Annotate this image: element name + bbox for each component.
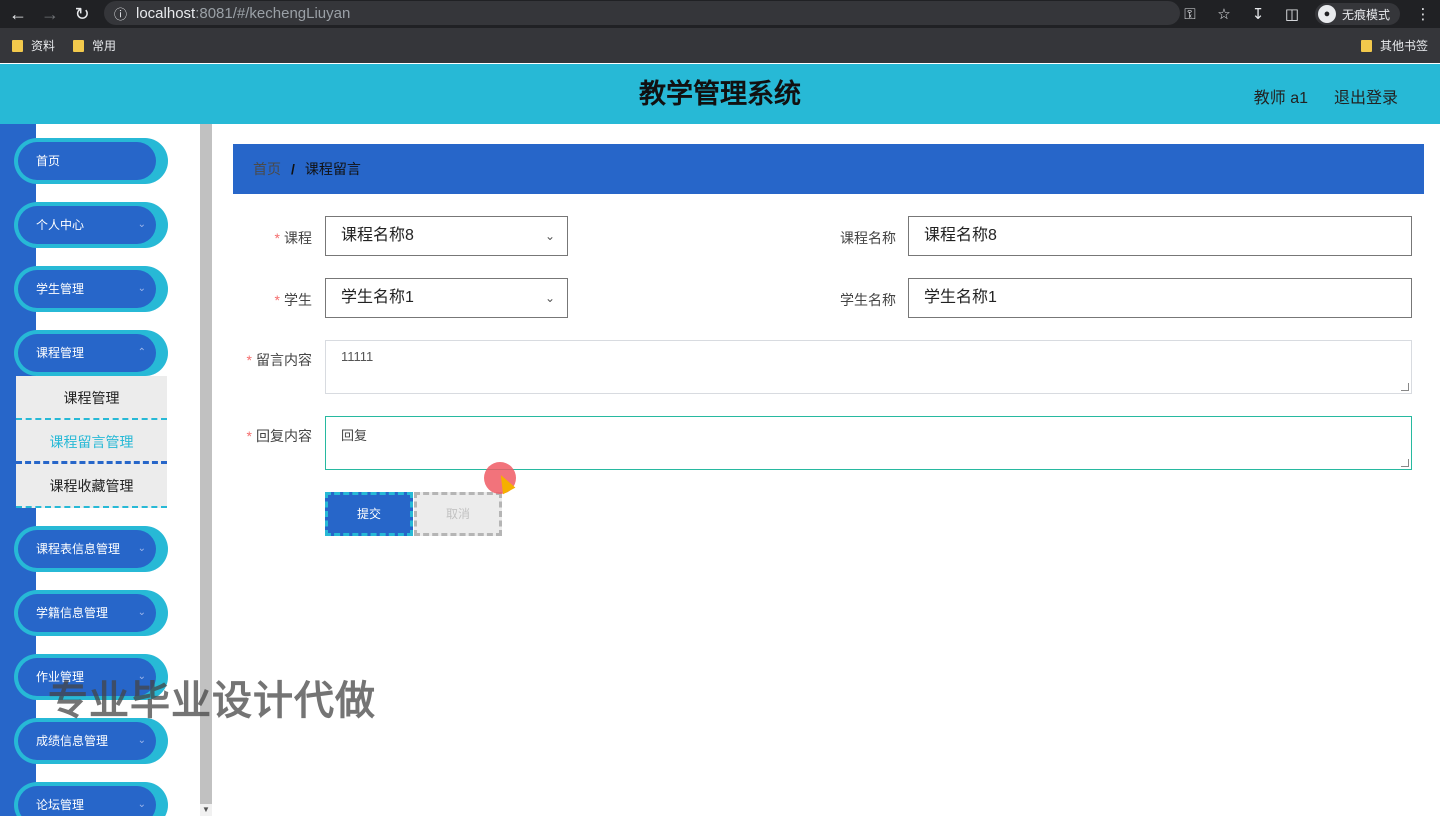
message-label: * 留言内容 <box>246 352 312 368</box>
sidebar-item-home[interactable]: 首页 <box>14 138 168 184</box>
courses-submenu: 课程管理 课程留言管理 课程收藏管理 <box>16 376 167 508</box>
breadcrumb-home[interactable]: 首页 <box>253 159 281 179</box>
scroll-down-icon[interactable]: ▼ <box>200 804 212 816</box>
sidebar-item-students[interactable]: 学生管理 ⌄ <box>14 266 168 312</box>
chevron-down-icon: ⌄ <box>544 229 555 243</box>
sidebar-item-courses[interactable]: 课程管理 ⌃ <box>14 330 168 376</box>
reload-icon[interactable]: ↻ <box>66 0 98 28</box>
key-icon[interactable]: ⚿ <box>1173 6 1207 23</box>
bookmarks-bar: 资料 常用 其他书签 <box>0 28 1440 63</box>
incognito-label: 无痕模式 <box>1341 7 1390 22</box>
chevron-down-icon: ⌄ <box>137 799 146 810</box>
sidebar-item-profile[interactable]: 个人中心 ⌄ <box>14 202 168 248</box>
chevron-up-icon: ⌃ <box>137 347 146 358</box>
breadcrumb-separator: / <box>291 161 295 177</box>
watermark-text: 专业毕业设计代做 <box>48 679 376 723</box>
submenu-course-message[interactable]: 课程留言管理 <box>16 420 167 464</box>
url-path: :8081/#/kechengLiuyan <box>195 4 351 22</box>
bookmark-folder[interactable]: 资料 <box>12 37 55 54</box>
resize-handle-icon[interactable] <box>1401 459 1409 467</box>
sidepanel-icon[interactable]: ◫ <box>1275 5 1309 23</box>
submenu-course-manage[interactable]: 课程管理 <box>16 376 167 420</box>
cancel-button[interactable]: 取消 <box>414 492 502 536</box>
back-icon[interactable]: ← <box>2 0 34 28</box>
other-bookmarks[interactable]: 其他书签 <box>1360 37 1428 54</box>
student-select[interactable]: 学生名称1 ⌄ <box>325 278 568 318</box>
folder-icon <box>12 39 23 52</box>
bookmark-folder[interactable]: 常用 <box>73 37 116 54</box>
breadcrumb-current: 课程留言 <box>304 161 361 177</box>
app-title: 教学管理系统 <box>639 79 801 109</box>
submit-button[interactable]: 提交 <box>325 492 413 536</box>
chevron-down-icon: ⌄ <box>137 219 146 230</box>
url-host: localhost <box>136 4 196 22</box>
folder-icon <box>73 39 85 52</box>
more-menu-icon[interactable]: ⋮ <box>1406 5 1440 23</box>
sidebar-item-forum[interactable]: 论坛管理 ⌄ <box>14 782 168 816</box>
message-textarea[interactable]: 11111 <box>325 340 1412 394</box>
logout-link[interactable]: 退出登录 <box>1334 84 1398 108</box>
course-select[interactable]: 课程名称8 ⌄ <box>325 216 568 256</box>
chevron-down-icon: ⌄ <box>137 543 146 554</box>
star-icon[interactable]: ☆ <box>1207 5 1241 23</box>
course-name-label: 课程名称 <box>840 230 896 246</box>
student-name-field[interactable]: 学生名称1 <box>908 278 1412 318</box>
site-info-icon[interactable]: ⓘ <box>114 4 136 23</box>
student-label: * 学生 <box>274 292 312 308</box>
reply-label: * 回复内容 <box>246 428 312 444</box>
reply-textarea[interactable]: 回复 <box>325 416 1412 470</box>
chevron-down-icon: ⌄ <box>544 291 555 305</box>
download-icon[interactable]: ↧ <box>1241 5 1275 23</box>
browser-toolbar: ← → ↻ ⓘ localhost:8081/#/kechengLiuyan ⚿… <box>0 0 1440 28</box>
address-bar[interactable]: ⓘ localhost:8081/#/kechengLiuyan <box>104 1 1180 25</box>
forward-icon[interactable]: → <box>34 0 66 28</box>
resize-handle-icon[interactable] <box>1401 383 1409 391</box>
chevron-down-icon: ⌄ <box>137 607 146 618</box>
app-header: 教学管理系统 教师 a1 退出登录 <box>0 64 1440 124</box>
chevron-down-icon: ⌄ <box>137 283 146 294</box>
submenu-course-favorite[interactable]: 课程收藏管理 <box>16 464 167 508</box>
course-label: * 课程 <box>274 230 312 246</box>
sidebar-item-schedule[interactable]: 课程表信息管理 ⌄ <box>14 526 168 572</box>
breadcrumb: 首页 / 课程留言 <box>233 144 1424 194</box>
incognito-icon: ● <box>1317 5 1336 23</box>
course-name-field[interactable]: 课程名称8 <box>908 216 1412 256</box>
folder-icon <box>1360 39 1372 52</box>
current-user: 教师 a1 <box>1253 90 1308 107</box>
student-name-label: 学生名称 <box>840 292 896 308</box>
sidebar-item-enrollment[interactable]: 学籍信息管理 ⌄ <box>14 590 168 636</box>
incognito-badge[interactable]: ● 无痕模式 <box>1314 3 1400 25</box>
chevron-down-icon: ⌄ <box>137 735 146 746</box>
